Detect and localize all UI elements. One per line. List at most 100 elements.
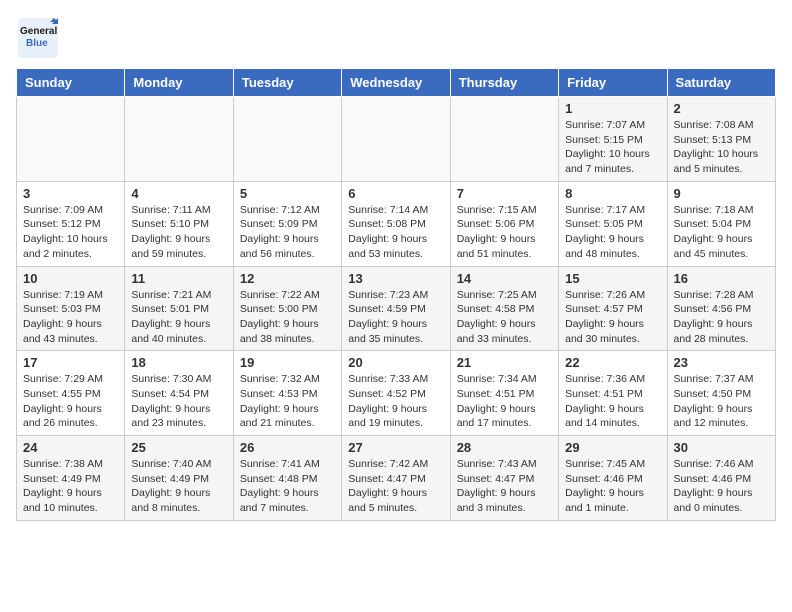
- day-number: 15: [565, 271, 660, 286]
- day-number: 17: [23, 355, 118, 370]
- day-number: 10: [23, 271, 118, 286]
- calendar-cell: 19 Sunrise: 7:32 AM Sunset: 4:53 PM Dayli…: [233, 351, 341, 436]
- day-header-friday: Friday: [559, 69, 667, 97]
- day-number: 9: [674, 186, 769, 201]
- calendar-cell: 13 Sunrise: 7:23 AM Sunset: 4:59 PM Dayli…: [342, 266, 450, 351]
- day-number: 5: [240, 186, 335, 201]
- day-header-sunday: Sunday: [17, 69, 125, 97]
- day-info: Sunrise: 7:22 AM Sunset: 5:00 PM Dayligh…: [240, 288, 335, 347]
- day-number: 20: [348, 355, 443, 370]
- calendar-cell: 6 Sunrise: 7:14 AM Sunset: 5:08 PM Daylig…: [342, 181, 450, 266]
- day-number: 4: [131, 186, 226, 201]
- calendar-cell: [125, 97, 233, 182]
- day-number: 19: [240, 355, 335, 370]
- day-number: 13: [348, 271, 443, 286]
- calendar-cell: 22 Sunrise: 7:36 AM Sunset: 4:51 PM Dayli…: [559, 351, 667, 436]
- calendar-cell: 24 Sunrise: 7:38 AM Sunset: 4:49 PM Dayli…: [17, 436, 125, 521]
- day-number: 24: [23, 440, 118, 455]
- calendar-week-row: 24 Sunrise: 7:38 AM Sunset: 4:49 PM Dayli…: [17, 436, 776, 521]
- day-info: Sunrise: 7:17 AM Sunset: 5:05 PM Dayligh…: [565, 203, 660, 262]
- page-header: General Blue: [16, 16, 776, 60]
- calendar-week-row: 3 Sunrise: 7:09 AM Sunset: 5:12 PM Daylig…: [17, 181, 776, 266]
- day-header-tuesday: Tuesday: [233, 69, 341, 97]
- calendar-table: SundayMondayTuesdayWednesdayThursdayFrid…: [16, 68, 776, 521]
- day-info: Sunrise: 7:26 AM Sunset: 4:57 PM Dayligh…: [565, 288, 660, 347]
- day-info: Sunrise: 7:12 AM Sunset: 5:09 PM Dayligh…: [240, 203, 335, 262]
- day-info: Sunrise: 7:14 AM Sunset: 5:08 PM Dayligh…: [348, 203, 443, 262]
- calendar-header-row: SundayMondayTuesdayWednesdayThursdayFrid…: [17, 69, 776, 97]
- day-info: Sunrise: 7:34 AM Sunset: 4:51 PM Dayligh…: [457, 372, 552, 431]
- calendar-cell: 25 Sunrise: 7:40 AM Sunset: 4:49 PM Dayli…: [125, 436, 233, 521]
- calendar-week-row: 1 Sunrise: 7:07 AM Sunset: 5:15 PM Daylig…: [17, 97, 776, 182]
- day-number: 16: [674, 271, 769, 286]
- day-number: 11: [131, 271, 226, 286]
- day-number: 6: [348, 186, 443, 201]
- day-info: Sunrise: 7:15 AM Sunset: 5:06 PM Dayligh…: [457, 203, 552, 262]
- day-info: Sunrise: 7:23 AM Sunset: 4:59 PM Dayligh…: [348, 288, 443, 347]
- day-info: Sunrise: 7:29 AM Sunset: 4:55 PM Dayligh…: [23, 372, 118, 431]
- day-info: Sunrise: 7:40 AM Sunset: 4:49 PM Dayligh…: [131, 457, 226, 516]
- day-info: Sunrise: 7:11 AM Sunset: 5:10 PM Dayligh…: [131, 203, 226, 262]
- day-number: 22: [565, 355, 660, 370]
- calendar-cell: 30 Sunrise: 7:46 AM Sunset: 4:46 PM Dayli…: [667, 436, 775, 521]
- day-number: 25: [131, 440, 226, 455]
- day-header-thursday: Thursday: [450, 69, 558, 97]
- calendar-cell: [17, 97, 125, 182]
- calendar-cell: 28 Sunrise: 7:43 AM Sunset: 4:47 PM Dayli…: [450, 436, 558, 521]
- day-header-wednesday: Wednesday: [342, 69, 450, 97]
- day-number: 23: [674, 355, 769, 370]
- day-number: 21: [457, 355, 552, 370]
- calendar-cell: 12 Sunrise: 7:22 AM Sunset: 5:00 PM Dayli…: [233, 266, 341, 351]
- day-info: Sunrise: 7:46 AM Sunset: 4:46 PM Dayligh…: [674, 457, 769, 516]
- day-number: 2: [674, 101, 769, 116]
- day-info: Sunrise: 7:07 AM Sunset: 5:15 PM Dayligh…: [565, 118, 660, 177]
- day-info: Sunrise: 7:25 AM Sunset: 4:58 PM Dayligh…: [457, 288, 552, 347]
- day-number: 14: [457, 271, 552, 286]
- day-info: Sunrise: 7:36 AM Sunset: 4:51 PM Dayligh…: [565, 372, 660, 431]
- calendar-cell: 7 Sunrise: 7:15 AM Sunset: 5:06 PM Daylig…: [450, 181, 558, 266]
- svg-text:Blue: Blue: [26, 38, 48, 49]
- calendar-cell: 16Sunrise: 7:28 AM Sunset: 4:56 PM Dayli…: [667, 266, 775, 351]
- logo-svg: General Blue: [16, 16, 60, 60]
- day-number: 3: [23, 186, 118, 201]
- day-info: Sunrise: 7:18 AM Sunset: 5:04 PM Dayligh…: [674, 203, 769, 262]
- calendar-cell: 14 Sunrise: 7:25 AM Sunset: 4:58 PM Dayli…: [450, 266, 558, 351]
- calendar-cell: [450, 97, 558, 182]
- day-number: 12: [240, 271, 335, 286]
- day-number: 26: [240, 440, 335, 455]
- day-header-monday: Monday: [125, 69, 233, 97]
- calendar-cell: 5 Sunrise: 7:12 AM Sunset: 5:09 PM Daylig…: [233, 181, 341, 266]
- logo: General Blue: [16, 16, 60, 60]
- day-header-saturday: Saturday: [667, 69, 775, 97]
- day-info: Sunrise: 7:32 AM Sunset: 4:53 PM Dayligh…: [240, 372, 335, 431]
- calendar-cell: 11 Sunrise: 7:21 AM Sunset: 5:01 PM Dayli…: [125, 266, 233, 351]
- day-info: Sunrise: 7:30 AM Sunset: 4:54 PM Dayligh…: [131, 372, 226, 431]
- day-info: Sunrise: 7:43 AM Sunset: 4:47 PM Dayligh…: [457, 457, 552, 516]
- day-number: 30: [674, 440, 769, 455]
- calendar-cell: 1 Sunrise: 7:07 AM Sunset: 5:15 PM Daylig…: [559, 97, 667, 182]
- calendar-cell: 20 Sunrise: 7:33 AM Sunset: 4:52 PM Dayli…: [342, 351, 450, 436]
- calendar-week-row: 10 Sunrise: 7:19 AM Sunset: 5:03 PM Dayli…: [17, 266, 776, 351]
- day-info: Sunrise: 7:33 AM Sunset: 4:52 PM Dayligh…: [348, 372, 443, 431]
- day-number: 29: [565, 440, 660, 455]
- day-number: 28: [457, 440, 552, 455]
- day-info: Sunrise: 7:19 AM Sunset: 5:03 PM Dayligh…: [23, 288, 118, 347]
- day-number: 27: [348, 440, 443, 455]
- day-info: Sunrise: 7:21 AM Sunset: 5:01 PM Dayligh…: [131, 288, 226, 347]
- day-number: 1: [565, 101, 660, 116]
- calendar-cell: 4 Sunrise: 7:11 AM Sunset: 5:10 PM Daylig…: [125, 181, 233, 266]
- day-info: Sunrise: 7:38 AM Sunset: 4:49 PM Dayligh…: [23, 457, 118, 516]
- calendar-cell: [233, 97, 341, 182]
- calendar-cell: 23 Sunrise: 7:37 AM Sunset: 4:50 PM Dayli…: [667, 351, 775, 436]
- calendar-cell: 2Sunrise: 7:08 AM Sunset: 5:13 PM Daylig…: [667, 97, 775, 182]
- calendar-cell: 3 Sunrise: 7:09 AM Sunset: 5:12 PM Daylig…: [17, 181, 125, 266]
- calendar-cell: [342, 97, 450, 182]
- day-number: 7: [457, 186, 552, 201]
- calendar-cell: 9 Sunrise: 7:18 AM Sunset: 5:04 PM Daylig…: [667, 181, 775, 266]
- day-info: Sunrise: 7:09 AM Sunset: 5:12 PM Dayligh…: [23, 203, 118, 262]
- day-number: 8: [565, 186, 660, 201]
- calendar-cell: 10 Sunrise: 7:19 AM Sunset: 5:03 PM Dayli…: [17, 266, 125, 351]
- svg-text:General: General: [20, 26, 57, 37]
- day-info: Sunrise: 7:37 AM Sunset: 4:50 PM Dayligh…: [674, 372, 769, 431]
- calendar-cell: 29Sunrise: 7:45 AM Sunset: 4:46 PM Dayli…: [559, 436, 667, 521]
